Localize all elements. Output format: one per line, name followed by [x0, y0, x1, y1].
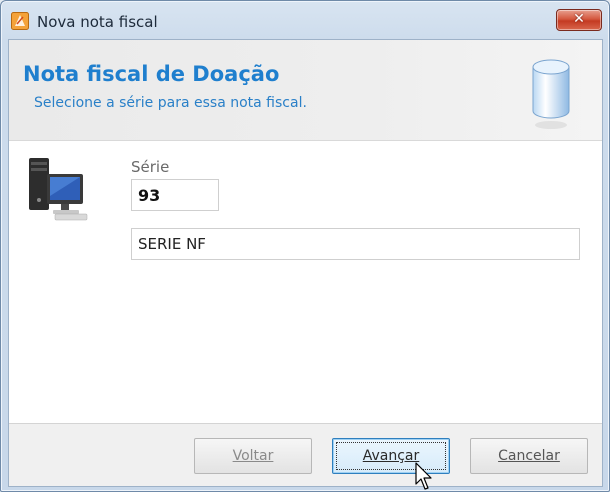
- cancel-button[interactable]: Cancelar: [470, 438, 588, 474]
- dialog-window: Nova nota fiscal ✕ Nota fiscal de Doação…: [0, 0, 610, 492]
- wizard-header: Nota fiscal de Doação Selecione a série …: [9, 40, 602, 140]
- serie-input[interactable]: 93: [131, 179, 219, 211]
- page-subtitle: Selecione a série para essa nota fiscal.: [34, 95, 307, 111]
- close-icon: ✕: [573, 11, 585, 27]
- dialog-content: Nota fiscal de Doação Selecione a série …: [8, 39, 603, 487]
- serie-description-field[interactable]: SERIE NF: [131, 228, 580, 260]
- page-title: Nota fiscal de Doação: [23, 62, 280, 86]
- header-divider: [9, 140, 602, 141]
- database-icon: [532, 59, 570, 129]
- close-button[interactable]: ✕: [556, 9, 602, 31]
- back-button[interactable]: Voltar: [194, 438, 312, 474]
- window-title: Nova nota fiscal: [37, 13, 158, 31]
- title-bar[interactable]: Nova nota fiscal ✕: [1, 1, 609, 39]
- app-icon: [11, 12, 29, 30]
- computer-icon: [29, 158, 88, 221]
- serie-label: Série: [131, 158, 170, 176]
- mouse-cursor-icon: [415, 462, 432, 490]
- button-bar: Voltar Avançar Cancelar: [9, 424, 602, 486]
